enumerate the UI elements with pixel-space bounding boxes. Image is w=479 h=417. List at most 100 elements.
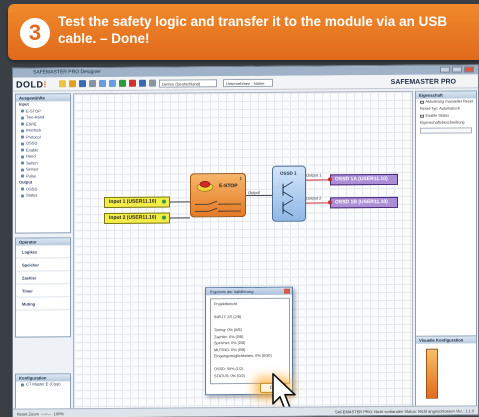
ossd-block[interactable]: OSSD 1 <box>272 165 306 222</box>
report-line: Speicher: 0% (0/8) <box>214 341 246 346</box>
window-controls <box>440 66 474 73</box>
operator-item[interactable]: Speicher <box>16 258 70 272</box>
module-preview <box>426 348 438 399</box>
status-text: SAFEMASTER PRO: Nicht vorhanden Status: … <box>335 408 474 415</box>
open-folder-icon[interactable] <box>69 80 76 88</box>
app-window: SAFEMASTER PRO Designer DOLD⁝ Device (De… <box>12 64 479 417</box>
brand-label: SAFEMASTER PRO <box>390 78 456 86</box>
zoom-reset-label[interactable]: Reset Zoom <box>17 411 39 416</box>
redo-icon[interactable] <box>109 79 116 87</box>
maximize-button[interactable] <box>452 66 462 73</box>
operator-item-label: Speicher <box>22 262 39 268</box>
element-icon <box>21 148 24 152</box>
new-file-icon[interactable] <box>59 80 66 88</box>
monitor-icon[interactable] <box>139 79 146 87</box>
instruction-banner: 3 Test the safety logic and transfer it … <box>8 4 479 60</box>
element-icon <box>21 174 24 178</box>
usb-transfer-icon[interactable] <box>129 79 136 87</box>
property-label: Eigenschaftsbeschreibung <box>420 120 465 125</box>
visual-config-panel: Visuelle Konfiguration <box>416 335 476 406</box>
save-icon[interactable] <box>79 80 86 88</box>
undo-icon[interactable] <box>99 79 106 88</box>
config-item-label: CT Master E (Cryp) <box>26 381 61 387</box>
wire-output1 <box>306 179 328 181</box>
zoom-value: 100% <box>53 411 64 417</box>
estop-number: 1 <box>239 176 242 182</box>
zoom-control[interactable]: Reset Zoom —○— 100% <box>17 411 64 416</box>
dialog-title: Ergebnis der Validierung <box>206 287 292 296</box>
wire-input1 <box>170 201 190 203</box>
elements-panel: Ausgewählte Input E-STOP Two-Hand ESPE Inte… <box>15 93 71 234</box>
left-panel: Ausgewählte Input E-STOP Two-Hand ESPE Inte… <box>15 93 71 417</box>
dialog-close-button[interactable] <box>284 288 290 294</box>
report-line: OSSD: 50% (1/2) <box>214 367 244 372</box>
element-icon <box>21 194 24 198</box>
banner-text: Test the safety logic and transfer it to… <box>58 14 448 46</box>
toolbar: DOLD⁝ Device (Deutschland) Unternehmen -… <box>13 74 478 92</box>
port-label-output1: Output 1 <box>306 172 322 178</box>
logo-text: DOLD <box>16 79 44 90</box>
input-list: E-STOP Two-Hand ESPE Interlock Protocol OSSD E… <box>16 108 70 180</box>
wire-estop-ossd <box>246 194 272 196</box>
operator-item[interactable]: Logikes <box>16 245 70 259</box>
step-number-badge: 3 <box>20 18 50 48</box>
operator-item[interactable]: Muting <box>16 297 70 311</box>
output-block-2[interactable]: OSSD 1B (USER11.10) <box>330 196 398 209</box>
operator-item[interactable]: Zaehler <box>16 271 70 285</box>
element-icon <box>21 155 24 159</box>
operator-list: Logikes Speicher Zaehler Timer Muting <box>16 245 70 311</box>
element-icon <box>21 142 24 146</box>
description-field[interactable] <box>420 127 472 134</box>
checkbox-icon <box>420 100 424 105</box>
device-combo[interactable]: Device (Deutschland) <box>159 79 217 88</box>
output-block-1[interactable]: OSSD 1A (USER11.10) <box>330 173 398 186</box>
output-element-item[interactable]: Status <box>16 192 70 199</box>
wire-input2 <box>170 217 190 219</box>
company-combo[interactable]: Unternehmen - Name <box>223 78 273 88</box>
port-label-output: Output <box>248 189 261 195</box>
contact-symbol-icon <box>195 200 241 212</box>
module-icon <box>21 383 24 387</box>
operator-item[interactable]: Timer <box>16 284 70 298</box>
element-icon <box>21 135 24 139</box>
transistor-icon <box>282 181 294 217</box>
element-icon <box>21 109 24 113</box>
element-icon <box>21 168 24 172</box>
ossd-label: OSSD 1 <box>280 170 297 176</box>
report-line: INPUT: 2/5 (2/8) <box>214 315 242 320</box>
print-icon[interactable] <box>89 80 96 88</box>
estop-block[interactable]: E-STOP 1 <box>190 172 246 218</box>
report-line: Projektbericht <box>214 302 238 307</box>
zoom-icon[interactable] <box>149 79 156 87</box>
wire-output2 <box>306 202 328 204</box>
window-title: SAFEMASTER PRO Designer <box>33 69 101 76</box>
element-icon <box>21 161 24 165</box>
output-list: OSSD Status <box>16 186 70 199</box>
operator-panel: Operator Logikes Speicher Zaehler Timer Muti… <box>15 237 71 338</box>
close-button[interactable] <box>464 66 474 73</box>
input-block-1[interactable]: Input 1 (USER11.10) <box>104 196 170 208</box>
operator-item-label: Timer <box>22 288 33 294</box>
report-line: Eingangsmöglichkeiten: 0% (0/30) <box>214 353 272 359</box>
config-item[interactable]: CT Master E (Cryp) <box>16 381 70 388</box>
visual-config-header: Visuelle Konfiguration <box>416 336 476 344</box>
report-line: MUTING: 0% (0/8) <box>214 347 246 352</box>
minimize-button[interactable] <box>440 66 450 73</box>
validate-icon[interactable] <box>119 79 126 87</box>
element-icon <box>21 129 24 133</box>
estop-label: E-STOP <box>219 183 238 190</box>
property-description: Eigenschaftsbeschreibung <box>416 119 476 126</box>
report-line: Zaehler: 0% (0/8) <box>214 334 244 339</box>
report-line: STATUS: 0% (0/2) <box>214 373 245 378</box>
dold-logo: DOLD⁝ <box>16 79 47 90</box>
checkbox-icon <box>420 114 424 119</box>
element-icon <box>21 187 24 191</box>
operator-item-label: Logikes <box>22 249 38 255</box>
operator-item-label: Muting <box>22 301 36 307</box>
element-icon <box>21 116 24 120</box>
operator-item-label: Zaehler <box>22 275 37 281</box>
element-icon <box>21 122 24 126</box>
output-element-item-label: Status <box>26 192 38 198</box>
estop-button-icon <box>196 180 214 192</box>
input-block-2[interactable]: Input 2 (USER11.10) <box>104 212 170 224</box>
